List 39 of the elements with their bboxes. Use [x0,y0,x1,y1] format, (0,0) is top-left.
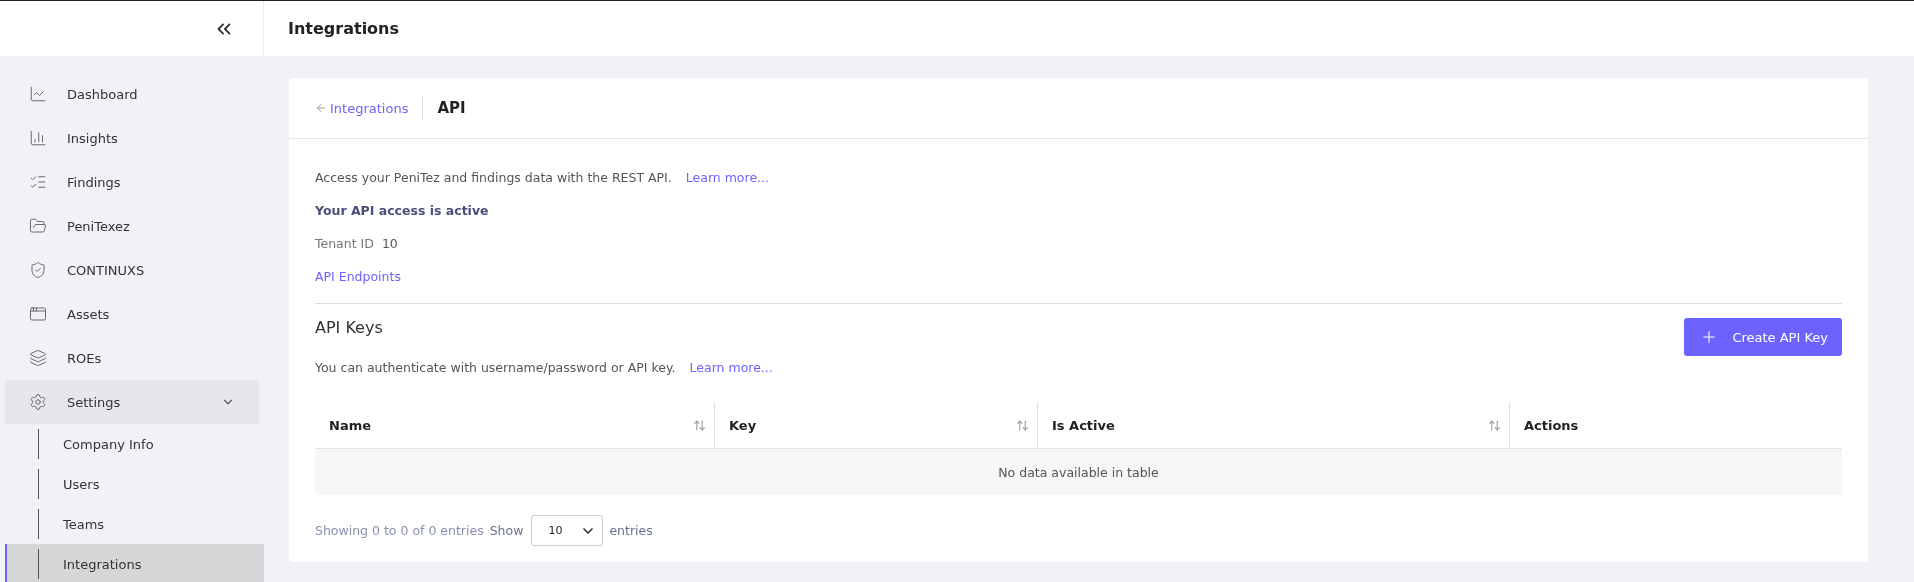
intro-text: Access your PeniTez and findings data with the REST API. [315,170,672,185]
sidebar-subitem[interactable]: Integrations [5,544,264,582]
tenant-value: 10 [381,236,398,251]
show-label: Show [489,523,524,538]
card-title: API [437,99,466,117]
page-title: Integrations [288,19,400,38]
sidebar-item[interactable]: ROEs [5,336,259,380]
sidebar-item[interactable]: Dashboard [5,72,259,116]
learn-more-link[interactable]: Learn more... [685,170,769,185]
auth-text: You can authenticate with username/password or API key. [315,360,676,375]
sidebar-item[interactable]: CONTINUXS [5,248,259,292]
sidebar-item[interactable]: Findings [5,160,259,204]
sidebar-subitem[interactable]: Users [5,464,264,504]
entries-info: Showing 0 to 0 of 0 entries [315,523,484,538]
sidebar-item[interactable]: PeniTexez [5,204,259,248]
stack-icon [29,349,47,367]
back-link[interactable]: Integrations [315,100,409,116]
folder-icon [29,217,47,235]
sidebar-item[interactable]: Assets [5,292,259,336]
learn-more-link[interactable]: Learn more... [689,360,773,375]
section-title: API Keys [315,318,384,337]
chart-icon [29,85,47,103]
empty-message: No data available in table [315,449,1842,495]
settings-icon [29,393,47,411]
create-api-key-button[interactable]: Create API Key [1684,318,1842,356]
sidebar-item[interactable]: Insights [5,116,259,160]
endpoints-link[interactable]: API Endpoints [315,269,401,284]
sidebar-subitem[interactable]: Company Info [5,424,264,464]
status-text: Your API access is active [315,203,489,218]
entries-label: entries [609,523,653,538]
checklist-icon [29,173,47,191]
bar-chart-icon [29,129,47,147]
page-size-select[interactable]: 10 [531,515,604,546]
tenant-label: Tenant ID [315,236,374,251]
window-icon [29,305,47,323]
sidebar-item[interactable]: Settings [5,380,259,424]
sidebar-subitem[interactable]: Teams [5,504,264,544]
shield-icon [29,261,47,279]
arrow-left-icon [315,102,327,114]
